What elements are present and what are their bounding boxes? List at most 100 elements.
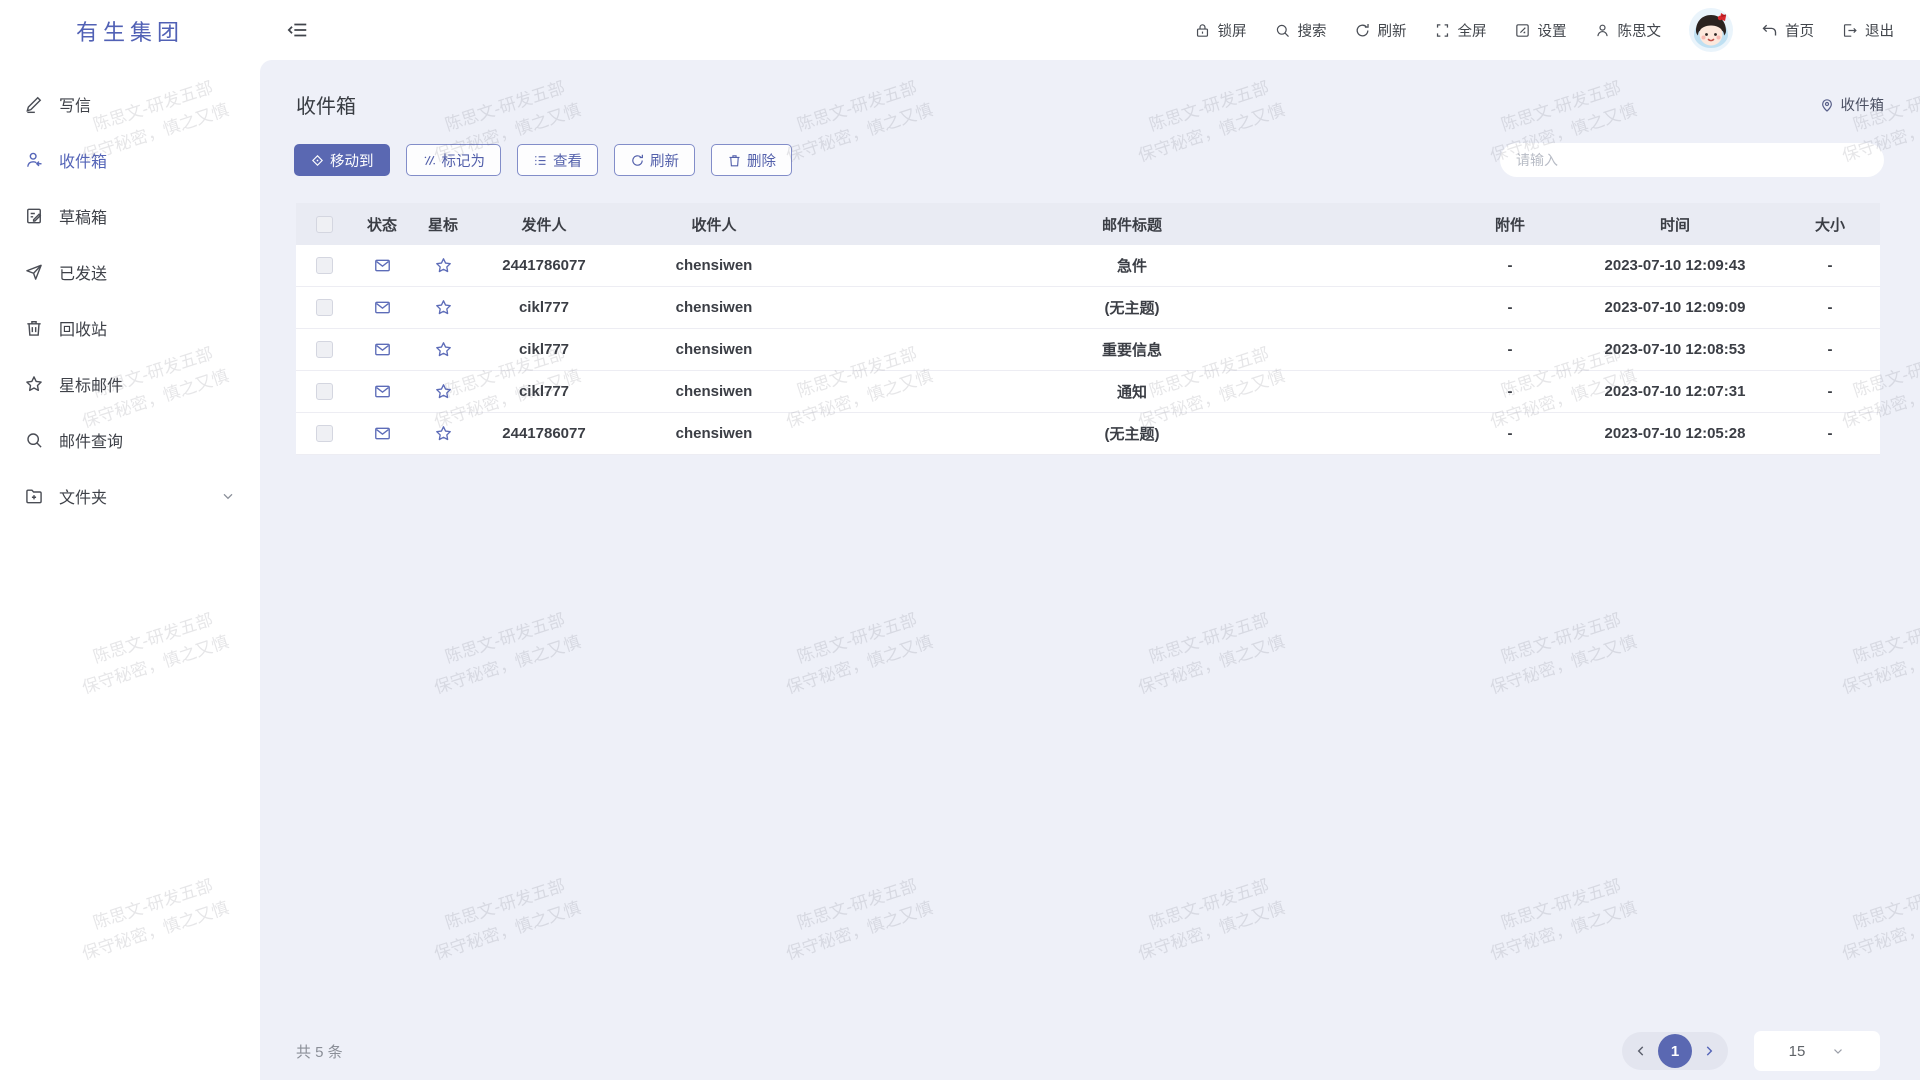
row-checkbox[interactable] bbox=[316, 383, 333, 400]
sidebar-item-inbox[interactable]: 收件箱 bbox=[0, 132, 260, 188]
envelope-icon bbox=[373, 256, 392, 275]
row-checkbox[interactable] bbox=[316, 425, 333, 442]
col-subject: 邮件标题 bbox=[814, 214, 1450, 235]
mark-as-button[interactable]: 标记为 bbox=[406, 144, 502, 176]
row-checkbox[interactable] bbox=[316, 299, 333, 316]
logout-icon bbox=[1841, 22, 1858, 39]
footer: 共 5 条 1 15 bbox=[260, 1022, 1920, 1080]
avatar[interactable] bbox=[1688, 7, 1734, 53]
cell-attachment: - bbox=[1450, 341, 1570, 358]
search-button[interactable]: 搜索 bbox=[1274, 20, 1327, 41]
view-button[interactable]: 查看 bbox=[517, 144, 598, 176]
cell-subject[interactable]: (无主题) bbox=[814, 297, 1450, 318]
sidebar-item-sent[interactable]: 已发送 bbox=[0, 244, 260, 300]
cell-subject[interactable]: 急件 bbox=[814, 255, 1450, 276]
lock-screen-label: 锁屏 bbox=[1218, 20, 1247, 41]
cell-recipient: chensiwen bbox=[614, 341, 814, 358]
table-row[interactable]: cikl777 chensiwen (无主题) - 2023-07-10 12:… bbox=[296, 287, 1880, 329]
list-icon bbox=[533, 153, 548, 168]
home-label: 首页 bbox=[1785, 20, 1814, 41]
star-icon[interactable] bbox=[434, 298, 453, 317]
sidebar-item-label: 草稿箱 bbox=[59, 204, 107, 228]
undo-home-icon bbox=[1761, 22, 1778, 39]
sidebar-item-label: 已发送 bbox=[59, 260, 107, 284]
breadcrumb[interactable]: 收件箱 bbox=[1819, 94, 1885, 115]
user-menu[interactable]: 陈思文 bbox=[1594, 20, 1662, 41]
col-time: 时间 bbox=[1570, 214, 1780, 235]
cell-size: - bbox=[1780, 383, 1880, 400]
trash-icon bbox=[24, 318, 44, 338]
cell-subject[interactable]: (无主题) bbox=[814, 423, 1450, 444]
home-button[interactable]: 首页 bbox=[1761, 20, 1814, 41]
fullscreen-icon bbox=[1434, 22, 1451, 39]
logout-button[interactable]: 退出 bbox=[1841, 20, 1894, 41]
cell-recipient: chensiwen bbox=[614, 425, 814, 442]
table-row[interactable]: 2441786077 chensiwen (无主题) - 2023-07-10 … bbox=[296, 413, 1880, 455]
delete-button[interactable]: 删除 bbox=[711, 144, 792, 176]
lock-screen-button[interactable]: 锁屏 bbox=[1194, 20, 1247, 41]
envelope-icon bbox=[373, 340, 392, 359]
sidebar-item-mail-query[interactable]: 邮件查询 bbox=[0, 412, 260, 468]
cell-attachment: - bbox=[1450, 299, 1570, 316]
refresh-icon bbox=[1354, 22, 1371, 39]
settings-button[interactable]: 设置 bbox=[1514, 20, 1567, 41]
page-number[interactable]: 1 bbox=[1658, 1034, 1692, 1068]
sidebar-item-starred[interactable]: 星标邮件 bbox=[0, 356, 260, 412]
trash-icon bbox=[727, 153, 742, 168]
col-recipient: 收件人 bbox=[614, 214, 814, 235]
cell-attachment: - bbox=[1450, 383, 1570, 400]
move-to-button[interactable]: 移动到 bbox=[294, 144, 390, 176]
location-pin-icon bbox=[1819, 97, 1835, 113]
chevron-down-icon bbox=[1831, 1044, 1845, 1058]
table-row[interactable]: cikl777 chensiwen 重要信息 - 2023-07-10 12:0… bbox=[296, 329, 1880, 371]
star-icon[interactable] bbox=[434, 424, 453, 443]
main-panel: 收件箱 收件箱 移动到 标记为 查看 bbox=[260, 60, 1920, 1080]
star-icon[interactable] bbox=[434, 382, 453, 401]
fullscreen-button[interactable]: 全屏 bbox=[1434, 20, 1487, 41]
topbar-actions: 锁屏 搜索 刷新 全屏 设置 bbox=[1194, 7, 1895, 53]
next-page-button[interactable] bbox=[1696, 1038, 1722, 1064]
table-row[interactable]: cikl777 chensiwen 通知 - 2023-07-10 12:07:… bbox=[296, 371, 1880, 413]
row-checkbox[interactable] bbox=[316, 257, 333, 274]
page-title: 收件箱 bbox=[296, 90, 356, 119]
col-size: 大小 bbox=[1780, 214, 1880, 235]
cell-size: - bbox=[1780, 299, 1880, 316]
refresh-button[interactable]: 刷新 bbox=[1354, 20, 1407, 41]
sidebar-item-recycle[interactable]: 回收站 bbox=[0, 300, 260, 356]
menu-fold-icon[interactable] bbox=[287, 19, 309, 41]
sidebar-item-folders[interactable]: 文件夹 bbox=[0, 468, 260, 524]
cell-recipient: chensiwen bbox=[614, 299, 814, 316]
prev-page-button[interactable] bbox=[1628, 1038, 1654, 1064]
star-icon[interactable] bbox=[434, 256, 453, 275]
send-icon bbox=[24, 262, 44, 282]
cell-subject[interactable]: 通知 bbox=[814, 381, 1450, 402]
cell-subject[interactable]: 重要信息 bbox=[814, 339, 1450, 360]
search-icon bbox=[24, 430, 44, 450]
select-all-checkbox[interactable] bbox=[316, 216, 333, 233]
refresh-list-button[interactable]: 刷新 bbox=[614, 144, 695, 176]
star-icon[interactable] bbox=[434, 340, 453, 359]
search-label: 搜索 bbox=[1298, 20, 1327, 41]
pagination: 1 bbox=[1622, 1032, 1728, 1070]
total-count: 共 5 条 bbox=[296, 1041, 343, 1062]
cell-attachment: - bbox=[1450, 425, 1570, 442]
col-status: 状态 bbox=[352, 214, 412, 235]
sidebar-item-drafts[interactable]: 草稿箱 bbox=[0, 188, 260, 244]
mark-icon bbox=[422, 153, 437, 168]
sidebar-item-compose[interactable]: 写信 bbox=[0, 76, 260, 132]
search-icon bbox=[1274, 22, 1291, 39]
row-checkbox[interactable] bbox=[316, 341, 333, 358]
app-logo: 有生集团 bbox=[0, 0, 260, 62]
search-input[interactable] bbox=[1500, 143, 1884, 177]
cell-recipient: chensiwen bbox=[614, 383, 814, 400]
view-label: 查看 bbox=[553, 150, 582, 171]
cell-size: - bbox=[1780, 425, 1880, 442]
table-row[interactable]: 2441786077 chensiwen 急件 - 2023-07-10 12:… bbox=[296, 245, 1880, 287]
mail-table: 状态 星标 发件人 收件人 邮件标题 附件 时间 大小 2441786077 c… bbox=[296, 203, 1880, 455]
table-header-row: 状态 星标 发件人 收件人 邮件标题 附件 时间 大小 bbox=[296, 203, 1880, 245]
lock-icon bbox=[1194, 22, 1211, 39]
cell-size: - bbox=[1780, 341, 1880, 358]
page-size-value: 15 bbox=[1789, 1043, 1806, 1060]
refresh-label: 刷新 bbox=[1378, 20, 1407, 41]
page-size-select[interactable]: 15 bbox=[1754, 1031, 1880, 1071]
